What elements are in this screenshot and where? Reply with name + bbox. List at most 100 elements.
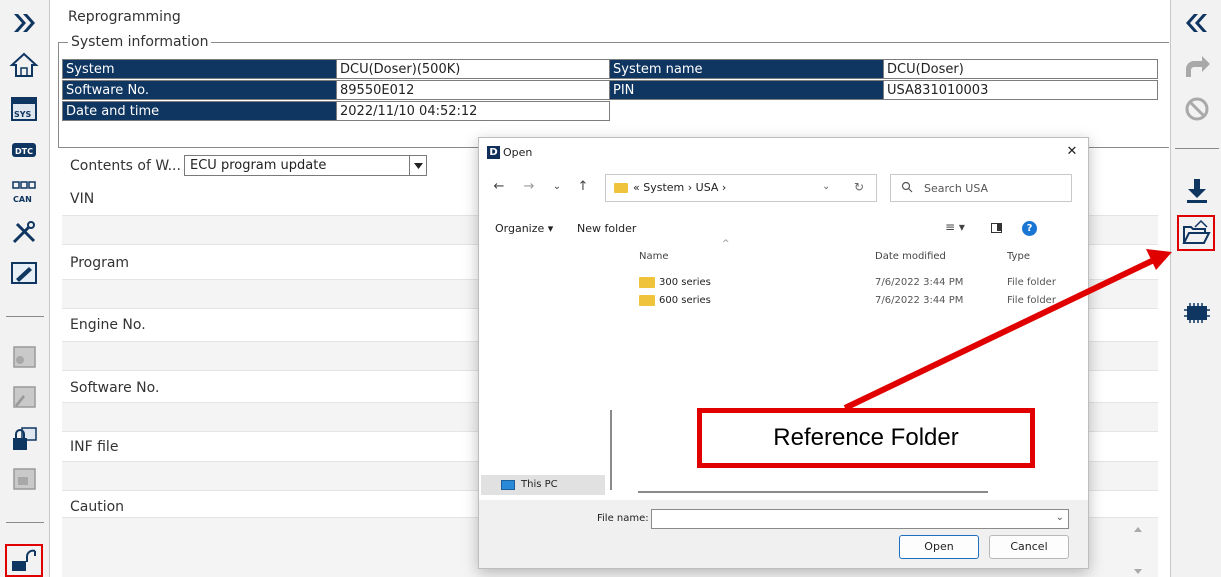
file-type: File folder — [1007, 277, 1056, 288]
forward-arrow-icon[interactable]: → — [521, 179, 537, 195]
software-no-value: 89550E012 — [336, 80, 610, 100]
open-button[interactable]: Open — [899, 535, 979, 559]
stop-icon — [1181, 94, 1213, 124]
view-options-icon[interactable]: ≡ ▾ — [945, 220, 965, 234]
sort-caret-icon: ^ — [722, 239, 730, 249]
vin-label: VIN — [70, 191, 95, 207]
callout-box: Reference Folder — [697, 408, 1035, 468]
separator — [6, 316, 44, 317]
program-label: Program — [70, 255, 130, 271]
file-name-input[interactable]: ⌄ — [651, 509, 1069, 529]
dtc-icon[interactable]: DTC — [8, 135, 40, 165]
dialog-toolbar: Organize ▾ New folder ≡ ▾ ? — [479, 218, 1088, 240]
app-logo-icon: D — [487, 146, 500, 159]
separator — [1175, 148, 1219, 149]
collapse-icon[interactable] — [1181, 8, 1213, 38]
download-icon[interactable] — [1181, 176, 1213, 206]
recent-chevron-icon[interactable]: ⌄ — [549, 179, 565, 195]
monitor-edit-icon[interactable] — [8, 258, 40, 288]
file-list-item[interactable]: 300 series 7/6/2022 3:44 PM File folder — [639, 275, 1079, 293]
new-folder-button[interactable]: New folder — [577, 222, 636, 235]
nav-scrollbar[interactable] — [610, 410, 612, 490]
chevron-down-icon[interactable] — [409, 156, 426, 175]
chevron-down-icon[interactable]: ⌄ — [1056, 512, 1064, 523]
system-value: DCU(Doser)(500K) — [336, 59, 610, 79]
contents-select[interactable]: ECU program update — [184, 155, 427, 176]
folder-icon — [639, 277, 655, 288]
ecu-chip-icon[interactable] — [1181, 298, 1213, 328]
file-type: File folder — [1007, 295, 1056, 306]
preview-pane-icon[interactable] — [991, 223, 1002, 233]
file-name-label: File name: — [597, 513, 649, 524]
right-toolbar — [1170, 0, 1221, 577]
left-toolbar: SYS DTC CAN — [0, 0, 50, 577]
file-date: 7/6/2022 3:44 PM — [875, 277, 964, 288]
back-arrow-icon[interactable]: ← — [491, 179, 507, 195]
folder-icon — [614, 183, 628, 193]
inf-file-label: INF file — [70, 439, 119, 455]
tools-icon[interactable] — [8, 218, 40, 248]
cancel-button[interactable]: Cancel — [989, 535, 1069, 559]
system-information-legend: System information — [68, 34, 212, 50]
column-header-name[interactable]: Name — [639, 251, 669, 262]
search-input[interactable]: Search USA — [924, 182, 988, 195]
nav-item-this-pc[interactable]: This PC — [481, 475, 605, 495]
refresh-icon[interactable]: ↻ — [854, 180, 864, 194]
caution-scrollbar[interactable] — [1119, 518, 1157, 577]
callout-text: Reference Folder — [773, 424, 959, 451]
svg-text:DTC: DTC — [15, 147, 33, 156]
contents-selected-value: ECU program update — [190, 158, 327, 173]
engine-no-label: Engine No. — [70, 317, 146, 333]
navigation-pane[interactable]: This PC — [479, 240, 618, 500]
file-name: 300 series — [659, 277, 711, 288]
file-date: 7/6/2022 3:44 PM — [875, 295, 964, 306]
sys-icon[interactable]: SYS — [8, 94, 40, 124]
redo-arrow-icon — [1181, 52, 1213, 82]
reprogram-icon[interactable] — [5, 544, 43, 577]
close-icon[interactable]: ✕ — [1062, 143, 1082, 161]
contents-label: Contents of W... — [70, 158, 181, 174]
up-arrow-icon[interactable]: ↑ — [575, 179, 591, 195]
chip-icon-disabled — [8, 464, 40, 494]
can-icon[interactable]: CAN — [8, 178, 40, 208]
pin-value: USA831010003 — [883, 80, 1158, 100]
column-header-type[interactable]: Type — [1007, 251, 1030, 262]
date-time-label: Date and time — [62, 101, 337, 121]
chevron-down-icon[interactable]: ⌄ — [822, 181, 830, 192]
software-no-field-label: Software No. — [70, 380, 160, 396]
organize-menu[interactable]: Organize ▾ — [495, 222, 553, 235]
open-file-dialog: D Open ✕ ← → ⌄ ↑ « System › USA › ⌄ ↻ Se… — [478, 137, 1089, 569]
lock-chip-icon[interactable] — [8, 424, 40, 454]
dialog-title: Open — [503, 146, 533, 159]
computer-icon — [501, 480, 515, 490]
address-bar[interactable]: « System › USA › ⌄ ↻ — [605, 174, 877, 202]
svg-text:SYS: SYS — [14, 110, 32, 119]
separator — [6, 522, 44, 523]
folder-icon — [639, 295, 655, 306]
system-name-label: System name — [609, 59, 884, 79]
address-path[interactable]: « System › USA › — [633, 181, 726, 194]
home-icon[interactable] — [8, 50, 40, 80]
system-label: System — [62, 59, 337, 79]
system-name-value: DCU(Doser) — [883, 59, 1158, 79]
pin-label: PIN — [609, 80, 884, 100]
svg-text:CAN: CAN — [13, 195, 32, 204]
caution-label: Caution — [70, 499, 125, 515]
dialog-bottom-area: File name: ⌄ Open Cancel — [479, 500, 1088, 568]
software-no-label: Software No. — [62, 80, 337, 100]
dialog-titlebar[interactable]: D Open ✕ — [479, 138, 1088, 168]
edit-chip-icon — [8, 382, 40, 412]
expand-icon[interactable] — [8, 8, 40, 38]
file-list-scrollbar[interactable] — [638, 491, 988, 493]
date-time-value: 2022/11/10 04:52:12 — [336, 101, 610, 121]
gear-chip-icon — [8, 342, 40, 372]
file-name: 600 series — [659, 295, 711, 306]
folder-open-icon[interactable] — [1177, 215, 1215, 251]
search-box[interactable]: Search USA — [890, 174, 1072, 202]
nav-item-label: This PC — [521, 479, 558, 490]
search-icon — [901, 181, 913, 196]
file-list-item[interactable]: 600 series 7/6/2022 3:44 PM File folder — [639, 293, 1079, 311]
page-title: Reprogramming — [68, 9, 181, 25]
column-header-date[interactable]: Date modified — [875, 251, 946, 262]
help-icon[interactable]: ? — [1022, 221, 1037, 236]
